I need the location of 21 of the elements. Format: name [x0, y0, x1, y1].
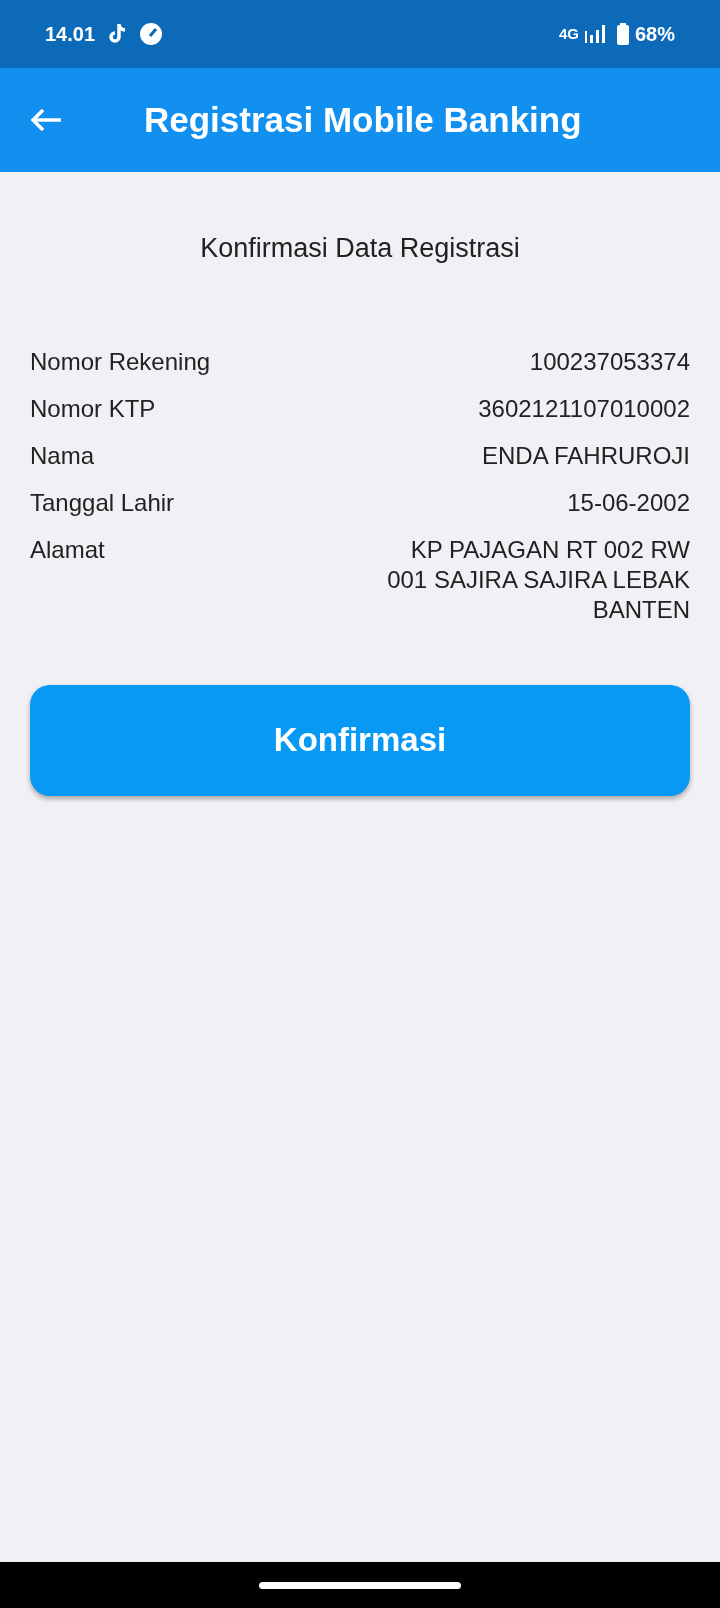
home-handle[interactable]	[259, 1581, 461, 1589]
app-bar-title: Registrasi Mobile Banking	[144, 98, 582, 141]
field-label: Nomor Rekening	[30, 346, 211, 377]
field-value: ENDA FAHRUROJI	[481, 440, 690, 471]
field-label: Nomor KTP	[30, 393, 156, 424]
back-arrow-icon	[29, 108, 63, 132]
battery-percentage: 68%	[634, 22, 675, 47]
confirm-button[interactable]: Konfirmasi	[30, 684, 690, 796]
field-value: KP PAJAGAN RT 002 RW 001 SAJIRA SAJIRA LEBAK BANTEN	[386, 534, 690, 625]
section-heading: Konfirmasi Data Registrasi	[200, 232, 520, 265]
battery-icon	[616, 23, 629, 45]
signal-icon	[582, 23, 607, 45]
field-value: 3602121107010002	[478, 393, 690, 424]
field-label: Nama	[30, 440, 95, 471]
field-label: Alamat	[30, 534, 105, 565]
field-value: 100237053374	[529, 346, 690, 377]
field-value: 15-06-2002	[567, 487, 690, 518]
field-label: Tanggal Lahir	[30, 487, 175, 518]
network-label: 4G	[558, 23, 579, 44]
status-time: 14.01	[45, 22, 96, 47]
gauge-icon	[139, 22, 164, 46]
